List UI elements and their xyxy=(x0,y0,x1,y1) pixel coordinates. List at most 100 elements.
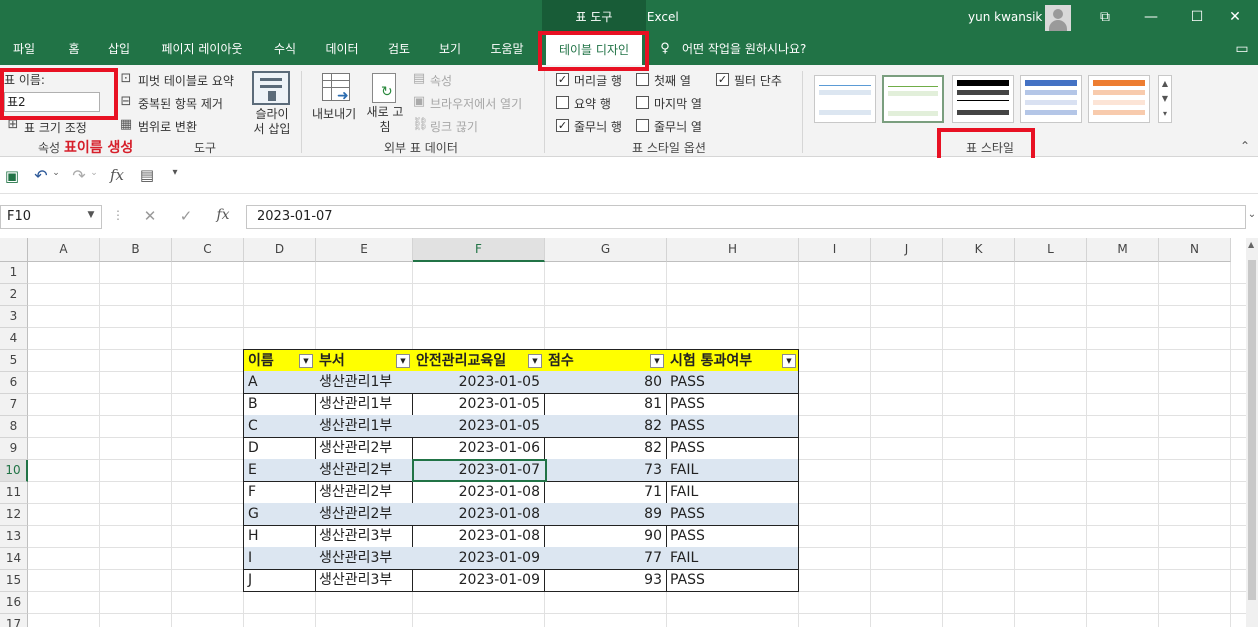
tab-review[interactable]: 검토 xyxy=(378,35,420,65)
row-header-8[interactable]: 8 xyxy=(0,416,28,438)
table-cell[interactable]: D xyxy=(243,437,316,460)
table-cell[interactable]: E xyxy=(243,459,316,482)
formula-input[interactable]: 2023-01-07 xyxy=(246,205,1246,229)
table-cell[interactable]: B xyxy=(243,393,316,416)
tab-home[interactable]: 홈 xyxy=(56,35,92,65)
table-cell[interactable]: 89 xyxy=(544,503,667,526)
table-cell[interactable]: 생산관리2부 xyxy=(315,459,413,482)
undo-dropdown-icon[interactable]: ⌄ xyxy=(52,168,60,178)
table-style-black[interactable] xyxy=(952,75,1014,123)
table-cell[interactable]: 생산관리3부 xyxy=(315,569,413,592)
table-cell[interactable]: 2023-01-05 xyxy=(412,393,545,416)
table-cell[interactable]: PASS xyxy=(666,569,799,592)
banded-columns-checkbox[interactable] xyxy=(636,119,649,132)
gallery-scroll[interactable]: ▲ ▼ ▾ xyxy=(1158,75,1172,123)
table-name-input[interactable]: 표2 xyxy=(4,92,100,112)
row-header-11[interactable]: 11 xyxy=(0,482,28,504)
collapse-ribbon-icon[interactable]: ⌃ xyxy=(1240,139,1250,153)
banded-rows-checkbox[interactable]: ✓ xyxy=(556,119,569,132)
filter-dropdown-icon[interactable]: ▼ xyxy=(299,354,313,368)
column-header-i[interactable]: I xyxy=(799,238,871,262)
table-cell[interactable]: PASS xyxy=(666,503,799,526)
row-header-4[interactable]: 4 xyxy=(0,328,28,350)
redo-dropdown-icon[interactable]: ⌄ xyxy=(90,168,98,178)
table-cell[interactable]: 90 xyxy=(544,525,667,548)
insert-function-icon[interactable]: fx xyxy=(214,207,232,223)
worksheet-grid[interactable]: ABCDEFGHIJKLMN 1 2 3 4 5 6 7 8 9 10 11 12 13 14 15 16 17… xyxy=(0,238,1258,627)
table-cell[interactable]: FAIL xyxy=(666,481,799,504)
table-cell[interactable]: 82 xyxy=(544,415,667,438)
filter-button-checkbox[interactable]: ✓ xyxy=(716,73,729,86)
table-cell[interactable]: I xyxy=(243,547,316,570)
column-header-e[interactable]: E xyxy=(316,238,413,262)
column-header-j[interactable]: J xyxy=(871,238,943,262)
header-row-checkbox[interactable]: ✓ xyxy=(556,73,569,86)
expand-formula-icon[interactable]: ⌄ xyxy=(1246,209,1258,220)
tab-view[interactable]: 보기 xyxy=(430,35,470,65)
table-style-blue-light[interactable] xyxy=(814,75,876,123)
resize-table-button[interactable]: 표 크기 조정 xyxy=(24,119,87,136)
column-header-a[interactable]: A xyxy=(28,238,100,262)
tab-table-design[interactable]: 테이블 디자인 xyxy=(546,35,642,65)
table-cell[interactable]: PASS xyxy=(666,371,799,394)
filter-dropdown-icon[interactable]: ▼ xyxy=(396,354,410,368)
properties-button[interactable]: 속성 xyxy=(430,72,452,89)
row-header-10[interactable]: 10 xyxy=(0,460,28,482)
tab-insert[interactable]: 삽입 xyxy=(100,35,138,65)
table-cell[interactable]: 2023-01-05 xyxy=(412,371,545,394)
table-cell[interactable]: 80 xyxy=(544,371,667,394)
refresh-button[interactable]: 새로 고침 xyxy=(364,105,406,135)
row-header-16[interactable]: 16 xyxy=(0,592,28,614)
table-cell[interactable]: 93 xyxy=(544,569,667,592)
table-cell[interactable]: 71 xyxy=(544,481,667,504)
table-cell[interactable]: 2023-01-05 xyxy=(412,415,545,438)
table-cell[interactable]: C xyxy=(243,415,316,438)
table-cell[interactable]: FAIL xyxy=(666,459,799,482)
column-header-c[interactable]: C xyxy=(172,238,244,262)
table-cell[interactable]: FAIL xyxy=(666,547,799,570)
column-header-n[interactable]: N xyxy=(1159,238,1231,262)
table-cell[interactable]: 2023-01-08 xyxy=(412,503,545,526)
tab-file[interactable]: 파일 xyxy=(2,35,46,65)
table-cell[interactable]: 81 xyxy=(544,393,667,416)
function-icon[interactable]: fx xyxy=(108,166,126,184)
minimize-button[interactable]: — xyxy=(1128,0,1174,35)
tell-me-search[interactable]: 어떤 작업을 원하시나요? xyxy=(682,35,822,65)
total-row-checkbox[interactable] xyxy=(556,96,569,109)
row-header-6[interactable]: 6 xyxy=(0,372,28,394)
tab-help[interactable]: 도움말 xyxy=(480,35,534,65)
name-box-dropdown-icon[interactable]: ▼ xyxy=(86,210,96,220)
row-header-1[interactable]: 1 xyxy=(0,262,28,284)
enter-icon[interactable]: ✓ xyxy=(178,207,194,225)
table-cell[interactable]: 2023-01-07 xyxy=(412,459,545,482)
table-cell[interactable]: 생산관리2부 xyxy=(315,503,413,526)
filter-dropdown-icon[interactable]: ▼ xyxy=(782,354,796,368)
row-header-12[interactable]: 12 xyxy=(0,504,28,526)
row-header-5[interactable]: 5 xyxy=(0,350,28,372)
table-cell[interactable]: 2023-01-08 xyxy=(412,481,545,504)
column-header-f[interactable]: F xyxy=(413,238,545,262)
filter-dropdown-icon[interactable]: ▼ xyxy=(528,354,542,368)
unlink-button[interactable]: 링크 끊기 xyxy=(430,118,478,135)
table-style-green-light[interactable] xyxy=(882,75,944,123)
table-header-cell[interactable]: 안전관리교육일 ▼ xyxy=(412,349,545,372)
redo-icon[interactable]: ↷ xyxy=(70,166,88,185)
vertical-scrollbar[interactable]: ▲ xyxy=(1246,238,1258,627)
table-cell[interactable]: 2023-01-06 xyxy=(412,437,545,460)
table-cell[interactable]: G xyxy=(243,503,316,526)
table-style-orange-medium[interactable] xyxy=(1088,75,1150,123)
table-header-cell[interactable]: 이름 ▼ xyxy=(243,349,316,372)
row-header-3[interactable]: 3 xyxy=(0,306,28,328)
row-header-9[interactable]: 9 xyxy=(0,438,28,460)
column-header-g[interactable]: G xyxy=(545,238,667,262)
table-cell[interactable]: H xyxy=(243,525,316,548)
table-cell[interactable]: 생산관리1부 xyxy=(315,415,413,438)
table-cell[interactable]: J xyxy=(243,569,316,592)
row-header-15[interactable]: 15 xyxy=(0,570,28,592)
customize-qat-icon[interactable]: ▾ xyxy=(170,167,180,178)
table-cell[interactable]: 73 xyxy=(544,459,667,482)
row-header-14[interactable]: 14 xyxy=(0,548,28,570)
table-cell[interactable]: 생산관리2부 xyxy=(315,481,413,504)
export-button[interactable]: 내보내기 xyxy=(312,105,356,122)
first-column-checkbox[interactable] xyxy=(636,73,649,86)
